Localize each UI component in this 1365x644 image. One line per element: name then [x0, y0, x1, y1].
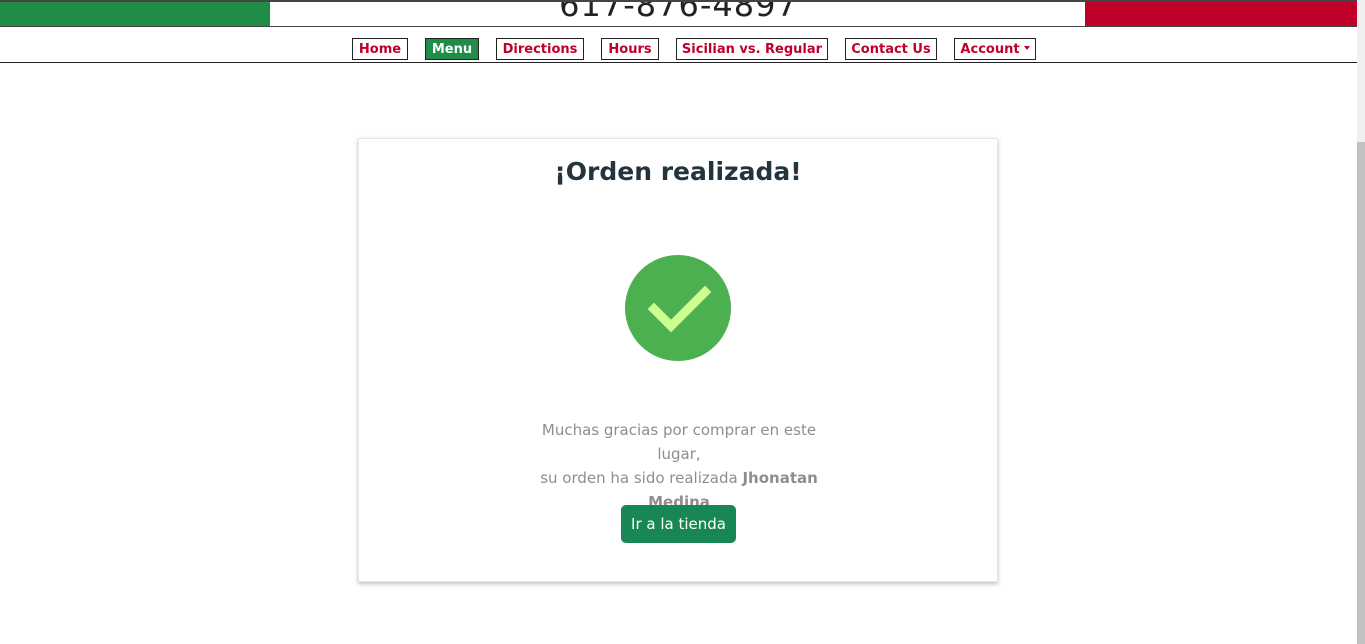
order-confirmation-card: ¡Orden realizada! Muchas gracias por com…	[358, 138, 998, 582]
header-banner: 617-876-4897	[0, 0, 1357, 27]
nav-account-dropdown[interactable]: Account	[954, 38, 1036, 60]
message-line-1: Muchas gracias por comprar en este lugar…	[541, 421, 817, 463]
nav-menu[interactable]: Menu	[425, 38, 479, 60]
nav-sicilian-vs-regular[interactable]: Sicilian vs. Regular	[676, 38, 828, 60]
nav-contact-us[interactable]: Contact Us	[845, 38, 937, 60]
go-to-store-button[interactable]: Ir a la tienda	[621, 505, 736, 543]
nav-account-label: Account	[960, 41, 1020, 57]
scrollbar-thumb[interactable]	[1357, 142, 1365, 644]
confirmation-title: ¡Orden realizada!	[554, 157, 802, 186]
nav-directions[interactable]: Directions	[496, 38, 584, 60]
nav-hours[interactable]: Hours	[601, 38, 659, 60]
confirmation-message: Muchas gracias por comprar en este lugar…	[519, 418, 839, 514]
check-circle-icon	[624, 254, 732, 362]
message-line-2: su orden ha sido realizada	[540, 469, 738, 487]
page: 617-876-4897 Home Menu Directions Hours …	[0, 0, 1365, 644]
caret-down-icon	[1023, 46, 1030, 50]
phone-number: 617-876-4897	[559, 0, 798, 24]
vertical-scrollbar[interactable]	[1357, 0, 1365, 644]
nav-home[interactable]: Home	[352, 38, 408, 60]
main-nav: Home Menu Directions Hours Sicilian vs. …	[0, 27, 1357, 63]
